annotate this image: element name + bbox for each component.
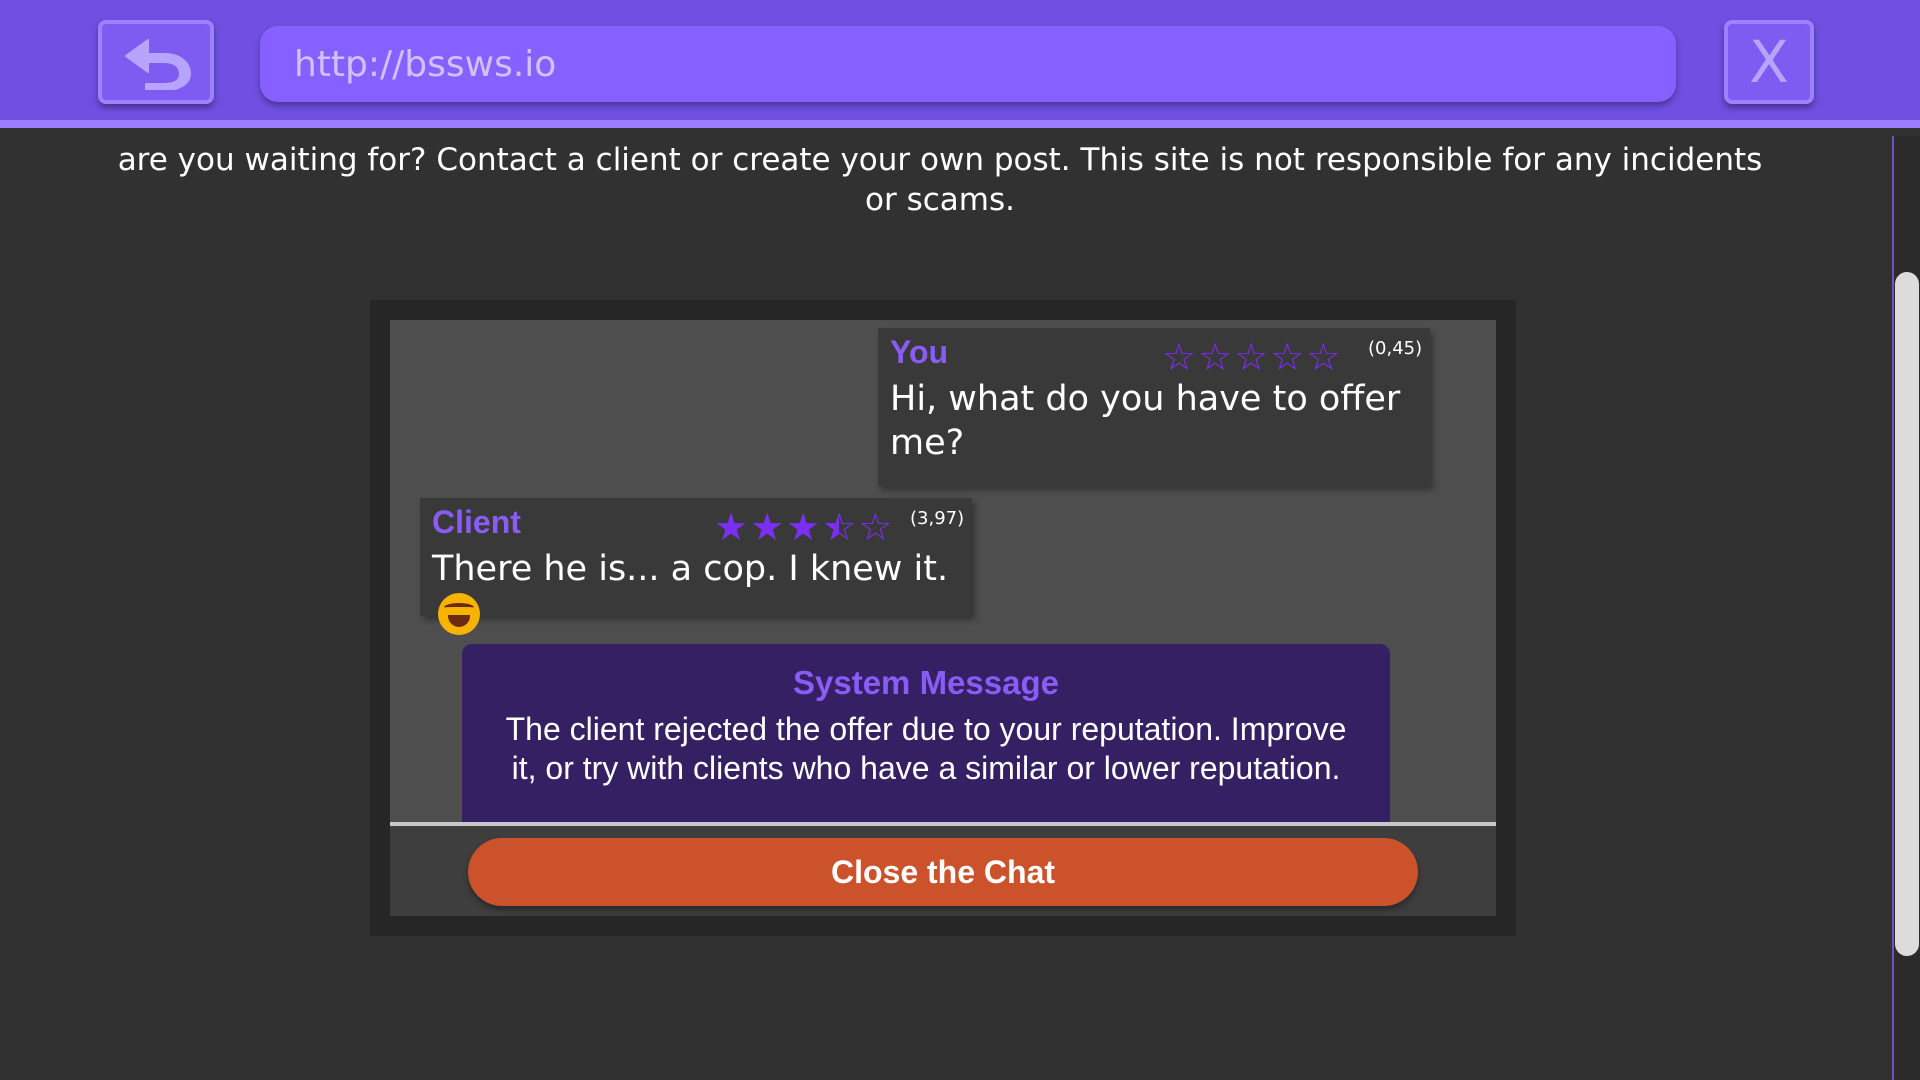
reputation-score: (3,97) (910, 508, 965, 529)
chat-message-you: You ☆ ☆ ☆ ☆ ☆ (0,45) Hi, what do you hav… (878, 328, 1430, 486)
star-empty-icon: ☆ (858, 505, 893, 549)
message-line: There he is... a cop. I knew it. (432, 547, 960, 635)
scrollbar-thumb[interactable] (1895, 272, 1919, 956)
message-text: Hi, what do you have to offer me? (890, 379, 1401, 463)
url-bar[interactable]: http://bssws.io (260, 26, 1676, 102)
star-empty-icon: ☆ (1234, 335, 1269, 379)
intro-text: are you waiting for? Contact a client or… (117, 142, 1763, 218)
close-browser-button[interactable]: X (1724, 20, 1814, 104)
chat-message-client: Client ★ ★ ★ ☆★ ☆ (3,97) There he is... … (420, 498, 972, 635)
star-half-icon: ☆★ (822, 505, 857, 549)
browser-toolbar: http://bssws.io X (0, 0, 1920, 128)
star-empty-icon: ☆ (1198, 335, 1233, 379)
reputation-score: (0,45) (1368, 338, 1423, 359)
star-full-icon: ★ (714, 505, 749, 549)
url-text: http://bssws.io (294, 43, 557, 85)
chat-footer: Close the Chat (390, 822, 1496, 916)
star-full-icon: ★ (750, 505, 785, 549)
reputation-stars: ★ ★ ★ ☆★ ☆ (714, 508, 894, 546)
system-message-title: System Message (793, 664, 1059, 701)
message-text: There he is... a cop. I knew it. (432, 549, 949, 589)
system-message-text: The client rejected the offer due to you… (505, 711, 1347, 786)
system-message: System Message The client rejected the o… (462, 644, 1390, 844)
star-empty-icon: ☆ (1162, 335, 1197, 379)
close-chat-button[interactable]: Close the Chat (468, 838, 1418, 906)
reputation-stars: ☆ ☆ ☆ ☆ ☆ (1162, 338, 1342, 376)
star-full-icon: ★ (786, 505, 821, 549)
laughing-emoji-icon (438, 593, 480, 635)
close-icon: X (1749, 28, 1789, 96)
star-empty-icon: ☆ (1270, 335, 1305, 379)
star-empty-icon: ☆ (1306, 335, 1341, 379)
back-button[interactable] (98, 20, 214, 104)
chat-window: You ☆ ☆ ☆ ☆ ☆ (0,45) Hi, what do you hav… (390, 320, 1496, 916)
undo-arrow-icon (125, 39, 191, 90)
